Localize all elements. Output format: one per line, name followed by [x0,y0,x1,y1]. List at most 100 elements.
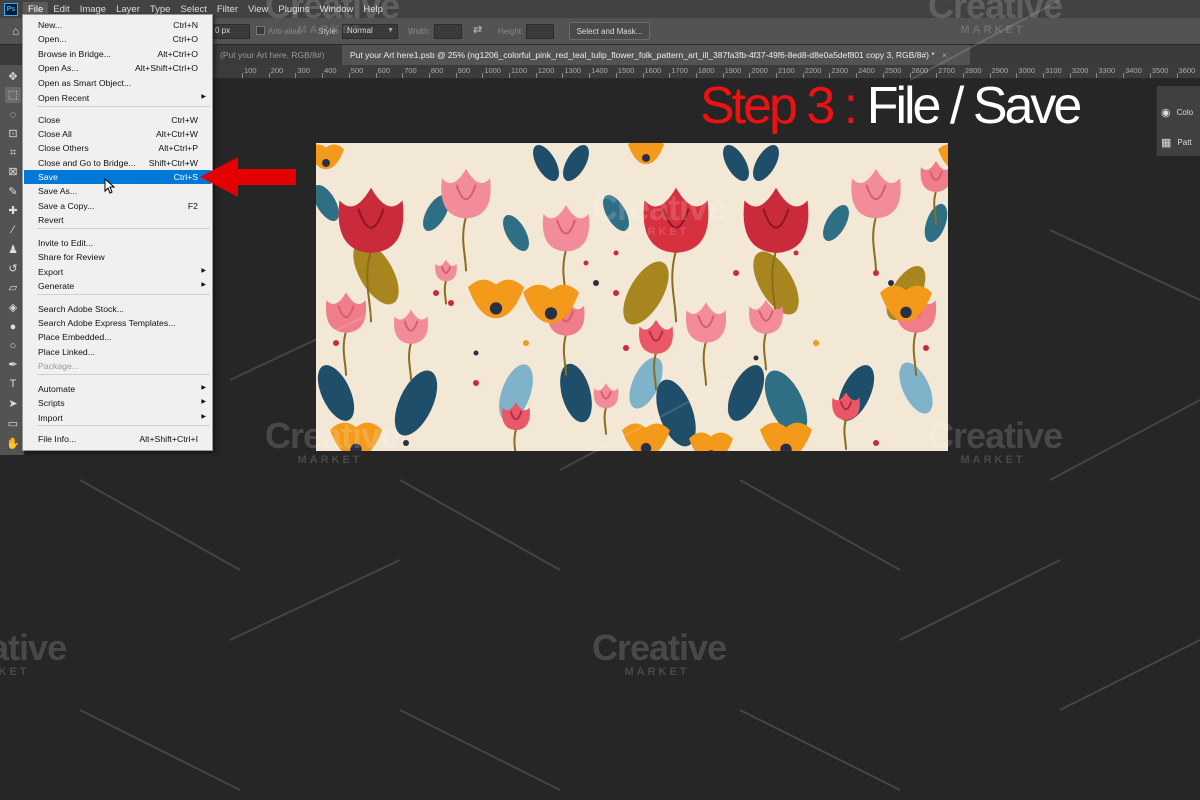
menu-plugins[interactable]: Plugins [273,2,314,17]
chevron-down-icon: ▼ [387,27,394,34]
menu-item-label: Share for Review [38,252,105,262]
file-menu-item-close-and-go-to-bridge[interactable]: Close and Go to Bridge... Shift+Ctrl+W [24,156,211,170]
swap-icon[interactable]: ⇄ [473,23,482,36]
file-menu-item-close[interactable]: Close Ctrl+W [24,113,211,127]
menu-window[interactable]: Window [315,2,359,17]
file-menu-item-search-adobe-stock[interactable]: Search Adobe Stock... [24,302,211,316]
file-menu-item-export[interactable]: Export ▶ [24,265,211,279]
file-menu-item-new[interactable]: New... Ctrl+N [24,18,211,32]
style-label: Style: [318,27,339,36]
lasso-tool-icon[interactable]: ◌ [5,107,21,123]
file-menu-item-open[interactable]: Open... Ctrl+O [24,32,211,46]
ruler-tick [669,73,671,78]
file-menu-item-browse-in-bridge[interactable]: Browse in Bridge... Alt+Ctrl+O [24,47,211,61]
menu-item-label: Save [38,172,58,182]
flower-center-shape [544,307,558,320]
hand-tool-icon[interactable]: ✋ [5,436,21,452]
file-menu-item-place-embedded[interactable]: Place Embedded... [24,330,211,344]
ruler-tick-label: 3300 [1098,66,1116,75]
move-tool-icon[interactable]: ✥ [5,69,21,85]
file-menu-item-save[interactable]: Save Ctrl+S [24,170,211,184]
dodge-tool-icon[interactable]: ○ [5,338,21,354]
height-field[interactable] [526,24,554,39]
ruler-tick-label: 2200 [804,66,822,75]
watermark-line [1049,399,1200,481]
menu-item-label: Close [38,115,61,125]
document-canvas-artwork[interactable] [316,143,948,451]
file-menu-item-close-others[interactable]: Close Others Alt+Ctrl+P [24,141,211,155]
pen-tool-icon[interactable]: ✒ [5,357,21,373]
file-menu-item-file-info[interactable]: File Info... Alt+Shift+Ctrl+I [24,432,211,446]
menu-item-shortcut: F2 [187,201,198,211]
menu-view[interactable]: View [243,2,273,17]
history-brush-icon[interactable]: ↺ [5,261,21,277]
file-menu-item-import[interactable]: Import ▶ [24,411,211,425]
file-menu-item-open-as[interactable]: Open As... Alt+Shift+Ctrl+O [24,61,211,75]
brush-tool-icon[interactable]: ∕ [5,222,21,238]
tab-art-here1[interactable]: Put your Art here1.psb @ 25% (ng1206_col… [342,45,970,65]
menu-filter[interactable]: Filter [212,2,243,17]
file-menu-item-scripts[interactable]: Scripts ▶ [24,396,211,410]
marquee-tool-icon[interactable]: ⬚ [5,87,21,103]
style-select[interactable]: Normal ▼ [342,24,398,39]
berry-dot [583,260,589,266]
leaf-shape [823,205,849,241]
watermark-line [79,709,241,791]
ruler-tick-label: 2300 [831,66,849,75]
leaf-shape [394,370,438,436]
stem-shape [843,418,847,450]
tab-art-here[interactable]: (Put your Art here, RGB/8#) [212,45,342,65]
ruler-tick-label: 100 [244,66,257,75]
watermark-line [739,709,901,791]
menu-item-label: Browse in Bridge... [38,49,111,59]
object-select-tool-icon[interactable]: ⊡ [5,126,21,142]
file-menu-item-revert[interactable]: Revert [24,213,211,227]
menu-item-label: New... [38,20,63,30]
eraser-tool-icon[interactable]: ▱ [5,280,21,296]
ruler-tick [402,73,404,78]
width-field[interactable] [434,24,462,39]
crop-tool-icon[interactable]: ⌗ [5,145,21,161]
patterns-panel-label: Patt [1177,138,1192,147]
type-tool-icon[interactable]: T [5,376,21,392]
tulip-flower-shape [920,161,948,192]
berry-dot [333,340,339,346]
berry-dot [623,345,629,351]
paint-bucket-icon[interactable]: ◈ [5,300,21,316]
berry-dot [873,270,879,276]
patterns-panel-button[interactable]: ▦ Patt [1161,136,1192,149]
menu-item-label: Place Linked... [38,347,95,357]
file-menu-item-invite-to-edit[interactable]: Invite to Edit... [24,236,211,250]
blur-tool-icon[interactable]: ● [5,319,21,335]
eyedropper-tool-icon[interactable]: ✎ [5,184,21,200]
file-menu-item-share-for-review[interactable]: Share for Review [24,250,211,264]
tulip-flower-shape [441,168,491,219]
file-menu-item-place-linked[interactable]: Place Linked... [24,345,211,359]
frame-tool-icon[interactable]: ⊠ [5,164,21,180]
berry-dot [473,350,479,356]
file-menu-item-save-a-copy[interactable]: Save a Copy... F2 [24,199,211,213]
menu-item-shortcut: Alt+Shift+Ctrl+O [134,63,198,73]
file-menu-item-automate[interactable]: Automate ▶ [24,382,211,396]
stamp-tool-icon[interactable]: ♟ [5,242,21,258]
file-menu-item-open-recent[interactable]: Open Recent ▶ [24,91,211,105]
menu-item-shortcut: Ctrl+W [171,115,198,125]
color-panel-button[interactable]: ◉ Colo [1161,106,1193,119]
path-select-icon[interactable]: ➤ [5,396,21,412]
orange-flower-shape [938,144,948,167]
watermark-line [1049,229,1200,301]
close-icon[interactable]: × [942,50,947,60]
file-menu-item-close-all[interactable]: Close All Alt+Ctrl+W [24,127,211,141]
select-and-mask-button[interactable]: Select and Mask... [569,22,650,40]
file-menu-item-generate[interactable]: Generate ▶ [24,279,211,293]
file-menu-item-open-as-smart-object[interactable]: Open as Smart Object... [24,76,211,90]
feather-field[interactable]: 0 px [210,24,250,39]
menu-item-shortcut: Alt+Ctrl+W [156,129,198,139]
menu-help[interactable]: Help [358,2,388,17]
rectangle-tool-icon[interactable]: ▭ [5,416,21,432]
anti-alias-checkbox[interactable] [256,26,265,35]
file-menu-item-search-adobe-express-templates[interactable]: Search Adobe Express Templates... [24,316,211,330]
red-arrow-icon [200,157,296,197]
file-menu-item-save-as[interactable]: Save As... [24,184,211,198]
healing-tool-icon[interactable]: ✚ [5,203,21,219]
